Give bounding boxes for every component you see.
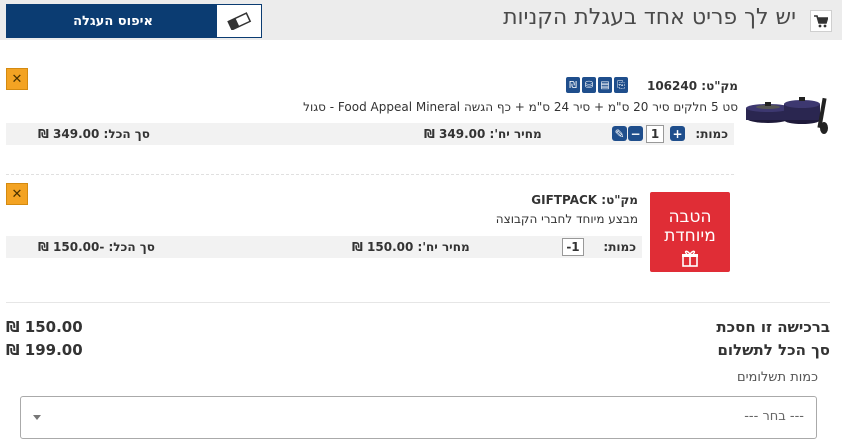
quantity-field[interactable]: 1 xyxy=(646,125,664,143)
item-sku: מק"ט: GIFTPACK xyxy=(531,193,638,207)
archive-icon[interactable]: ▤ xyxy=(598,77,612,93)
savings-label: ברכישה זו חסכת xyxy=(716,318,830,336)
item-sku: מק"ט: 106240 xyxy=(646,79,738,93)
minus-button[interactable]: − xyxy=(628,126,643,141)
quantity-field: -1 xyxy=(562,238,584,256)
item-description: מבצע מיוחד לחברי הקבוצה xyxy=(495,212,638,226)
total-to-pay-value: 199.00 ₪ xyxy=(6,341,83,359)
reset-cart-label: איפוס העגלה xyxy=(73,13,153,29)
summary-divider xyxy=(6,302,830,303)
item-total: סך הכל: -150.00 ₪ xyxy=(38,240,155,254)
shekel-icon[interactable]: ₪ xyxy=(566,77,580,93)
item-unit-price: מחיר יח': 150.00 ₪ xyxy=(352,240,470,254)
close-icon: ✕ xyxy=(11,71,23,87)
reset-cart-button[interactable]: איפוס העגלה xyxy=(6,4,262,38)
item-description: סט 5 חלקים סיר 20 ס"מ + סיר 24 ס"מ + כף … xyxy=(303,100,738,114)
cart-header: איפוס העגלה יש לך פריט אחד בעגלת הקניות xyxy=(0,0,842,40)
edit-icon[interactable]: ✎ xyxy=(612,126,627,141)
chevron-down-icon xyxy=(33,415,41,420)
item-divider xyxy=(6,174,734,175)
database-icon[interactable]: ⛁ xyxy=(582,77,596,93)
close-icon: ✕ xyxy=(11,186,23,202)
remove-item-button[interactable]: ✕ xyxy=(6,68,28,90)
quantity-label: כמות: xyxy=(695,127,728,141)
sku-icons: ₪ ⛁ ▤ ⎘ xyxy=(566,77,628,95)
remove-item-button[interactable]: ✕ xyxy=(6,183,28,205)
copy-icon[interactable]: ⎘ xyxy=(614,77,628,93)
item-price-row: סך הכל: -150.00 ₪ מחיר יח': 150.00 ₪ -1 … xyxy=(6,236,642,258)
payments-select-value: --- בחר --- xyxy=(744,409,804,424)
item-price-row: סך הכל: 349.00 ₪ מחיר יח': 349.00 ₪ ✎ − … xyxy=(6,123,734,145)
item-unit-price: מחיר יח': 349.00 ₪ xyxy=(424,127,542,141)
eraser-icon xyxy=(217,5,261,37)
payments-select[interactable]: --- בחר --- xyxy=(20,396,817,439)
cart-title: יש לך פריט אחד בעגלת הקניות xyxy=(503,5,796,30)
product-image xyxy=(746,97,828,134)
gift-badge-line2: מיוחדת xyxy=(664,226,716,246)
gift-badge-line1: הטבה xyxy=(668,207,712,227)
total-to-pay-label: סך הכל לתשלום xyxy=(717,341,830,359)
quantity-label: כמות: xyxy=(603,240,636,254)
item-total: סך הכל: 349.00 ₪ xyxy=(38,127,150,141)
gift-icon xyxy=(682,250,698,267)
plus-button[interactable]: + xyxy=(670,126,685,141)
cart-icon xyxy=(810,10,832,32)
savings-value: 150.00 ₪ xyxy=(6,318,83,336)
gift-badge: הטבה מיוחדת xyxy=(650,192,730,272)
payments-label: כמות תשלומים xyxy=(737,370,818,385)
